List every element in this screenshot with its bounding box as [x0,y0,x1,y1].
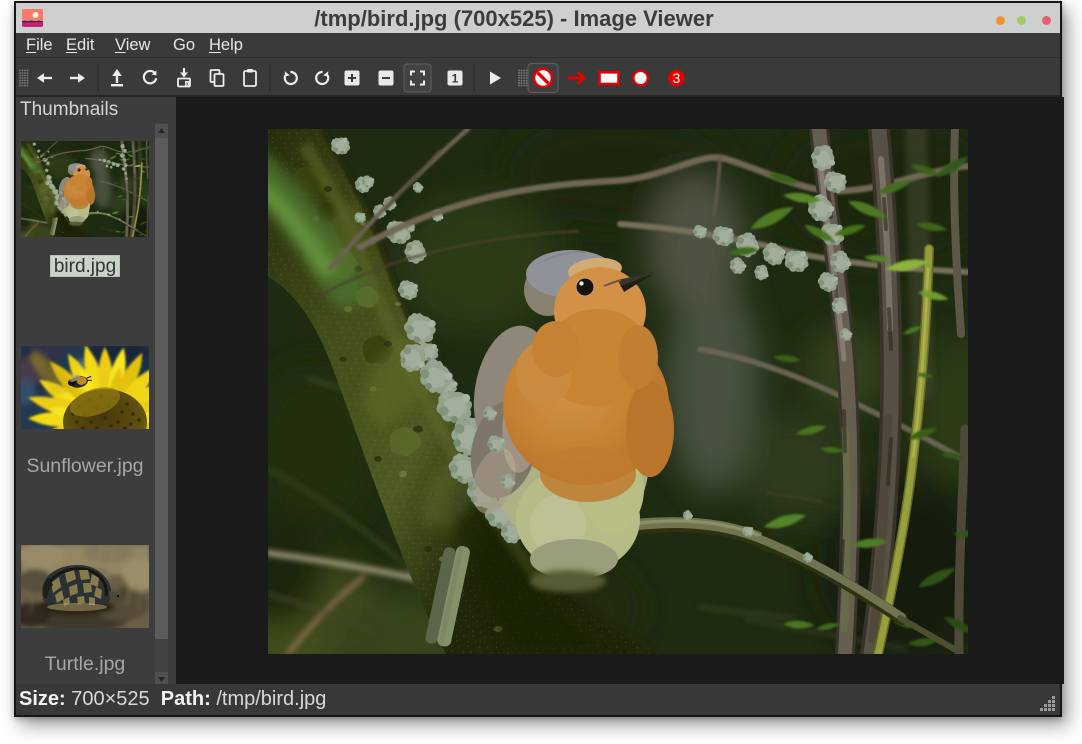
svg-text:1: 1 [452,71,459,85]
svg-text:3: 3 [673,70,681,86]
